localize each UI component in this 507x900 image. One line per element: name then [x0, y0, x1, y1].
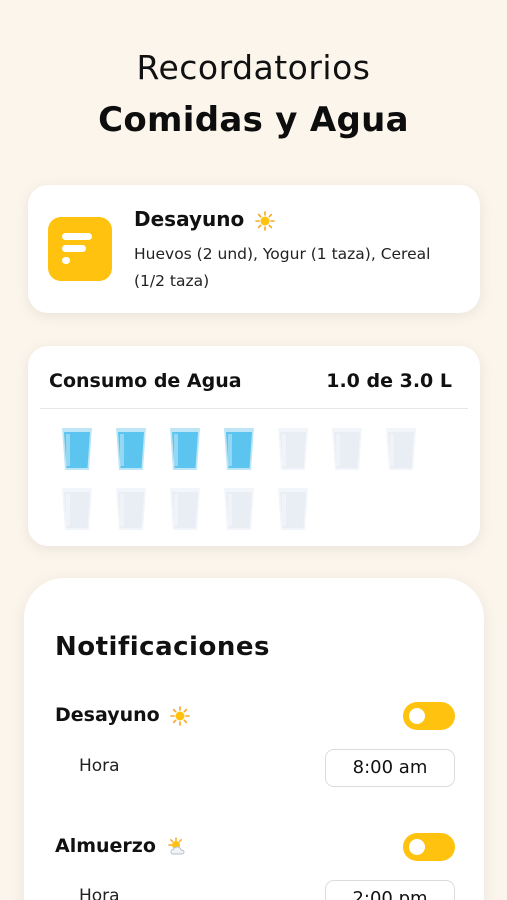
hora-label: Hora — [79, 886, 120, 900]
meal-title: Desayuno — [134, 207, 275, 231]
headline-comidas-agua: Comidas y Agua — [98, 100, 409, 140]
time-field-desayuno[interactable]: 8:00 am — [325, 749, 455, 787]
time-field-almuerzo[interactable]: 2:00 pm — [325, 880, 455, 900]
water-glass-filled[interactable] — [60, 426, 94, 472]
water-glass-filled[interactable] — [114, 426, 148, 472]
water-glass-empty[interactable] — [384, 426, 418, 472]
notif-label-desayuno: Desayuno — [55, 704, 191, 726]
water-glass-empty[interactable] — [168, 486, 202, 532]
notif-label-text: Desayuno — [55, 704, 160, 726]
water-glass-filled[interactable] — [168, 426, 202, 472]
water-card: Consumo de Agua 1.0 de 3.0 L — [28, 346, 480, 546]
water-glass-empty[interactable] — [330, 426, 364, 472]
water-glass-empty[interactable] — [60, 486, 94, 532]
meal-list-icon — [48, 217, 112, 281]
water-amount: 1.0 de 3.0 L — [326, 370, 452, 392]
notifications-title: Notificaciones — [55, 632, 270, 662]
headline-recordatorios: Recordatorios — [136, 48, 371, 87]
toggle-knob — [409, 708, 425, 724]
water-title: Consumo de Agua — [49, 370, 242, 392]
water-glass-filled[interactable] — [222, 426, 256, 472]
divider — [40, 408, 468, 409]
hora-label: Hora — [79, 756, 120, 776]
sun-icon — [255, 210, 275, 231]
sun-icon — [170, 705, 191, 726]
notif-label-almuerzo: Almuerzo — [55, 835, 189, 857]
meal-description: Huevos (2 und), Yogur (1 taza), Cereal (… — [134, 245, 431, 290]
sun-cloud-icon — [167, 836, 184, 854]
meal-title-text: Desayuno — [134, 207, 245, 231]
notifications-panel: Notificaciones Desayuno Hora 8:00 am Alm… — [24, 578, 484, 900]
meal-card[interactable]: Desayuno Huevos (2 und), Yogur (1 taza),… — [28, 185, 480, 313]
water-glass-empty[interactable] — [222, 486, 256, 532]
toggle-desayuno[interactable] — [403, 702, 455, 730]
water-glass-empty[interactable] — [114, 486, 148, 532]
notif-label-text: Almuerzo — [55, 835, 156, 857]
water-glass-empty[interactable] — [276, 426, 310, 472]
water-glass-empty[interactable] — [276, 486, 310, 532]
toggle-knob — [409, 839, 425, 855]
toggle-almuerzo[interactable] — [403, 833, 455, 861]
